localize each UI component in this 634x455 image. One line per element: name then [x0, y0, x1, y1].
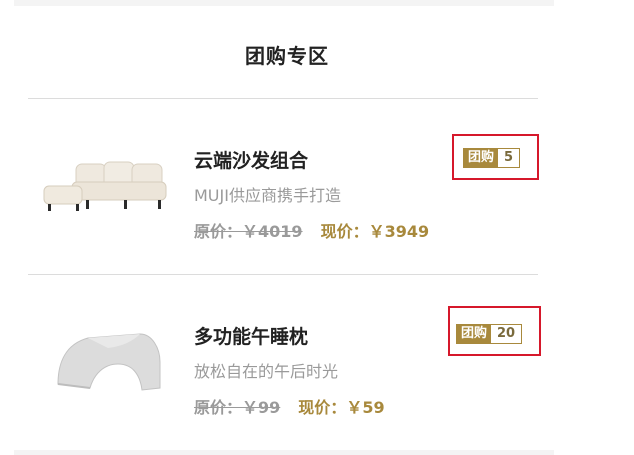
section-title: 团购专区	[245, 44, 329, 68]
product-item-pillow[interactable]: 多功能午睡枕 放松自在的午后时光 原价：￥99 现价：￥59 团购 20	[14, 282, 554, 452]
original-price: 原价：￥99	[194, 398, 281, 417]
badge-tag: 团购	[457, 325, 492, 343]
divider	[28, 98, 538, 99]
group-buy-badge: 团购 20	[456, 324, 523, 344]
right-margin	[554, 0, 634, 455]
group-buy-badge: 团购 5	[463, 148, 521, 168]
product-description: 放松自在的午后时光	[194, 362, 339, 381]
badge-count: 5	[498, 149, 520, 167]
badge-count: 20	[491, 325, 522, 343]
pillow-image	[57, 333, 161, 391]
group-buy-section: 团购专区 云端沙发组合 MUJI供应商携手打造 原价：￥4019 现价：￥3949	[14, 6, 554, 450]
price-row: 原价：￥99 现价：￥59	[194, 394, 385, 418]
current-price: 现价：￥3949	[320, 222, 430, 241]
product-description: MUJI供应商携手打造	[194, 186, 341, 205]
original-price: 原价：￥4019	[194, 222, 303, 241]
product-item-sofa[interactable]: 云端沙发组合 MUJI供应商携手打造 原价：￥4019 现价：￥3949 团购 5	[14, 106, 554, 276]
sofa-image	[43, 161, 167, 211]
product-name: 云端沙发组合	[194, 150, 309, 172]
current-price: 现价：￥59	[298, 398, 385, 417]
badge-tag: 团购	[464, 149, 499, 167]
price-row: 原价：￥4019 现价：￥3949	[194, 218, 429, 242]
product-name: 多功能午睡枕	[194, 326, 309, 348]
divider	[28, 274, 538, 275]
